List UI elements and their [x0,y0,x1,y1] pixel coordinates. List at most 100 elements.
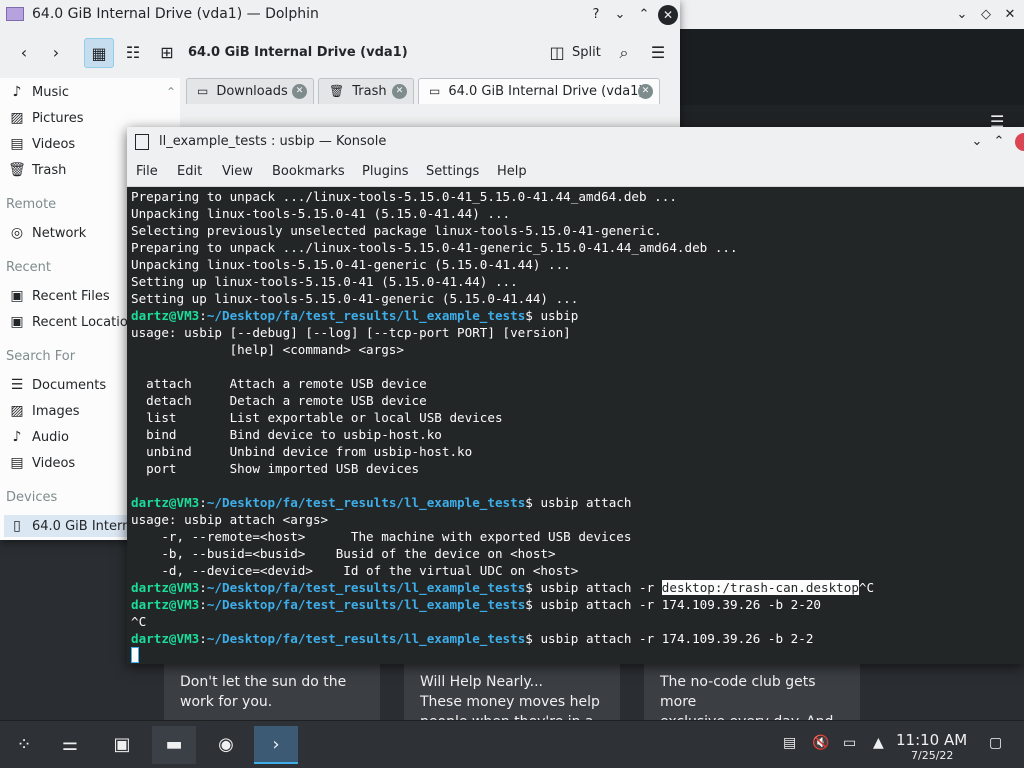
recent-locations-icon: ▣ [10,314,24,330]
sidebar-item-label: Images [32,404,80,419]
terminal-line: Unpacking linux-tools-5.15.0-41-generic … [131,257,571,272]
prompt-separator: : [199,597,207,612]
menu-edit[interactable]: Edit [177,164,202,179]
background-window-titlebar: ⌄ ◇ ✕ [680,0,1024,29]
close-tab-icon[interactable]: ✕ [292,84,307,99]
terminal-line: unbind Unbind device from usbip-host.ko [131,444,473,459]
taskbar-discover[interactable]: ▣ [100,726,144,764]
window-title: 64.0 GiB Internal Drive (vda1) — Dolphin [32,6,319,22]
sidebar-item-label: Trash [32,163,67,178]
discover-icon: ▣ [113,734,131,755]
menu-button[interactable]: ☰ [646,38,670,68]
sidebar-item-audio[interactable]: ♪ Audio [8,426,69,448]
command-text: $ usbip attach -r 174.109.39.26 -b 2-2 [525,631,814,646]
terminal-output[interactable]: Preparing to unpack .../linux-tools-5.15… [127,187,1024,664]
menu-settings[interactable]: Settings [426,164,479,179]
background-close-button[interactable]: ✕ [1000,5,1020,25]
sidebar-item-label: Videos [32,137,76,152]
news-card[interactable]: Don't let the sun do the work for you. [164,660,380,720]
pictures-icon: ▨ [10,110,24,126]
menu-view[interactable]: View [222,164,253,179]
command-text: $ usbip attach [525,495,632,510]
sidebar-item-label: Recent Files [32,289,110,304]
terminal-line: dartz@VM3:~/Desktop/fa/test_results/ll_e… [131,596,821,613]
taskbar-konsole[interactable]: › [254,726,298,764]
tab-downloads[interactable]: ▭ Downloads ✕ [186,78,314,104]
sidebar-item-recent-files[interactable]: ▣ Recent Files [8,285,110,307]
sidebar-item-network[interactable]: ◎ Network [8,222,86,244]
sidebar-section-header: Recent [6,260,51,275]
sidebar-item-images[interactable]: ▨ Images [8,400,80,422]
show-desktop-icon[interactable]: ▢ [989,735,1002,751]
clock-time[interactable]: 11:10 AM [896,731,967,749]
sidebar-item-trash[interactable]: 🗑 Trash [8,159,66,181]
terminal-line: -r, --remote=<host> The machine with exp… [131,529,632,544]
chevron-right-icon: › [52,43,60,62]
tab-label: Downloads [216,84,288,99]
firefox-icon: ◉ [218,734,234,755]
tab-bar: ▭ Downloads ✕ 🗑 Trash ✕ ▭ 64.0 GiB Internal… [186,78,680,104]
recent-files-icon: ▣ [10,288,24,304]
prompt-path: ~/Desktop/fa/test_results/ll_example_tes… [206,580,526,595]
sidebar-item-videos[interactable]: ▤ Videos [8,452,75,474]
sidebar-section-header: Devices [6,490,58,505]
news-cards-area: Don't let the sun do the work for you. Wi… [126,660,1024,720]
close-button[interactable] [1015,133,1024,151]
menu-help[interactable]: Help [497,164,527,179]
terminal-line: bind Bind device to usbip-host.ko [131,427,442,442]
selected-text: desktop:/trash-can.desktop [661,580,859,595]
close-tab-icon[interactable]: ✕ [638,84,653,99]
background-keep-above-button[interactable]: ◇ [976,5,996,25]
search-button[interactable]: ⌕ [612,38,636,68]
scroll-up-icon[interactable]: ⌃ [166,85,176,99]
sidebar-item-label: Network [32,226,87,241]
news-card[interactable]: Will Help Nearly... These money moves hel… [404,660,620,720]
icons-view-button[interactable]: ▦ [84,38,114,68]
minimize-button[interactable]: ⌄ [610,5,630,25]
details-view-button[interactable]: ⊞ [154,38,180,68]
menu-plugins[interactable]: Plugins [362,164,409,179]
command-text: $ usbip [525,308,579,323]
64-0-gib-internal-drive-vda1-icon: ▯ [13,518,21,534]
tab-trash[interactable]: 🗑 Trash ✕ [318,78,414,104]
taskbar-app-launcher[interactable]: ⁘ [2,726,46,764]
maximize-button[interactable]: ⌃ [989,132,1009,152]
sidebar-item-64-0-gib-internal-drive-vda1[interactable]: ▯64.0 GiB Internal Drive (vda1) [4,515,180,537]
taskbar-dolphin[interactable]: ▬ [152,726,196,764]
background-minimize-button[interactable]: ⌄ [952,5,972,25]
location-label: 64.0 GiB Internal Drive (vda1) [188,45,408,60]
close-tab-icon[interactable]: ✕ [392,84,407,99]
back-button[interactable]: ‹ [12,38,36,68]
split-label[interactable]: Split [572,45,601,60]
prompt-path: ~/Desktop/fa/test_results/ll_example_tes… [206,631,526,646]
menu-bookmarks[interactable]: Bookmarks [272,164,345,179]
help-button[interactable]: ? [586,5,606,25]
taskbar-system-settings[interactable]: ⚌ [48,726,92,764]
menu-file[interactable]: File [136,164,158,179]
news-card[interactable]: The no-code club gets more exclusive ever… [644,660,860,720]
clipboard-icon[interactable]: ▤ [783,735,796,751]
split-button[interactable]: ◫ [546,38,568,68]
sidebar-item-recent-locations[interactable]: ▣ Recent Locations [8,311,142,333]
sidebar-item-pictures[interactable]: ▨ Pictures [8,107,83,129]
taskbar-firefox[interactable]: ◉ [204,726,248,764]
tab-internal-drive[interactable]: ▭ 64.0 GiB Internal Drive (vda1) ✕ [418,78,660,104]
prompt-user: dartz@VM3 [131,308,200,323]
tray-expand-icon[interactable]: ▲ [873,735,884,751]
maximize-button[interactable]: ⌃ [634,5,654,25]
prompt-user: dartz@VM3 [131,580,200,595]
sidebar-item-documents[interactable]: ☰ Documents [8,374,106,396]
volume-muted-icon[interactable]: 🔇 [812,735,829,751]
network-icon[interactable]: ▭ [843,735,856,751]
compact-view-button[interactable]: ☷ [120,38,146,68]
minimize-button[interactable]: ⌄ [967,132,987,152]
prompt-separator: : [199,308,207,323]
forward-button[interactable]: › [44,38,68,68]
close-button[interactable]: ✕ [658,5,678,25]
command-text: $ usbip attach -r [525,580,662,595]
videos-icon: ▤ [10,136,24,152]
sidebar-item-videos[interactable]: ▤ Videos [8,133,75,155]
sidebar-item-music[interactable]: ♪ Music [8,81,69,103]
sidebar-section-header: Remote [6,197,57,212]
clock-date[interactable]: 7/25/22 [911,749,953,762]
